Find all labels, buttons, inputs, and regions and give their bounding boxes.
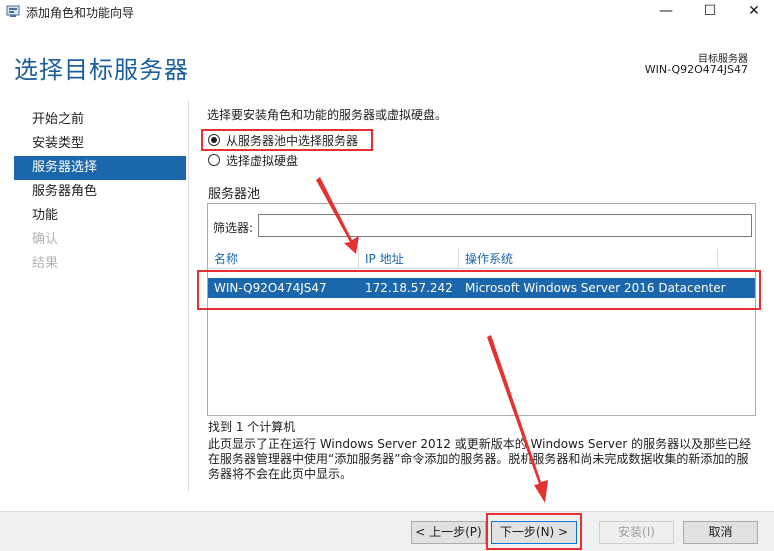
wizard-nav: 开始之前 安装类型 服务器选择 服务器角色 功能 确认 结果 — [14, 108, 186, 276]
option-virtual-disk-label: 选择虚拟硬盘 — [226, 153, 299, 168]
minimize-button[interactable]: — — [644, 0, 688, 24]
nav-item-server-roles[interactable]: 服务器角色 — [14, 180, 186, 204]
column-separator[interactable] — [458, 249, 459, 268]
close-button[interactable]: ✕ — [732, 0, 774, 24]
annotation-highlight-option — [201, 129, 373, 151]
column-separator[interactable] — [358, 249, 359, 268]
radio-virtual-disk[interactable] — [208, 154, 220, 166]
header-divider — [208, 268, 755, 269]
instruction-text: 选择要安装角色和功能的服务器或虚拟硬盘。 — [207, 108, 448, 122]
filter-input[interactable] — [258, 214, 752, 237]
server-pool-title: 服务器池 — [208, 187, 261, 202]
server-manager-icon — [6, 5, 20, 17]
nav-item-server-selection[interactable]: 服务器选择 — [14, 156, 186, 180]
page-title: 选择目标服务器 — [14, 56, 189, 84]
nav-item-results: 结果 — [32, 256, 59, 271]
maximize-button[interactable]: ☐ — [688, 0, 732, 24]
annotation-highlight-next — [486, 513, 582, 550]
nav-item-installation-type[interactable]: 安装类型 — [14, 132, 186, 156]
column-header-os[interactable]: 操作系统 — [465, 249, 513, 269]
previous-button[interactable]: < 上一步(P) — [411, 521, 486, 544]
nav-item-features[interactable]: 功能 — [14, 204, 186, 228]
title-bar: 添加角色和功能向导 — ☐ ✕ — [0, 0, 774, 24]
nav-divider — [188, 100, 189, 492]
window-title: 添加角色和功能向导 — [26, 6, 135, 20]
cancel-button[interactable]: 取消 — [683, 521, 758, 544]
info-note: 此页显示了正在运行 Windows Server 2012 或更新版本的 Win… — [208, 437, 752, 481]
nav-item-confirmation: 确认 — [32, 232, 59, 247]
filter-label: 筛选器: — [213, 221, 254, 235]
found-count: 找到 1 个计算机 — [208, 420, 296, 434]
install-button: 安装(I) — [599, 521, 674, 544]
column-header-ip[interactable]: IP 地址 — [365, 249, 404, 269]
option-virtual-disk[interactable]: 选择虚拟硬盘 — [208, 151, 298, 169]
column-header-name[interactable]: 名称 — [214, 249, 238, 269]
target-server-name: WIN-Q92O474JS47 — [644, 63, 748, 76]
column-separator[interactable] — [717, 249, 718, 268]
nav-item-before-you-begin[interactable]: 开始之前 — [14, 108, 186, 132]
annotation-highlight-row — [197, 270, 761, 310]
